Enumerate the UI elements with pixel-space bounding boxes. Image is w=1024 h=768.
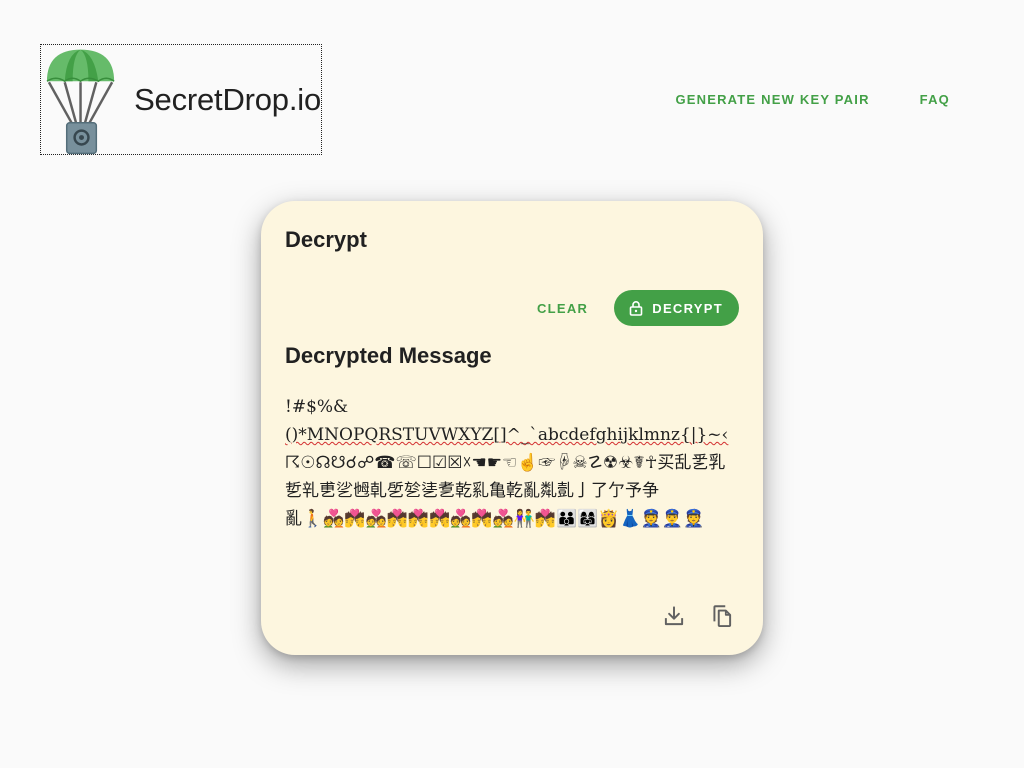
message-line: ()*MNOPQRSTUVWXYZ[]^_`abcdefghijklmnz{|}… — [285, 425, 729, 445]
message-line: 乴乵乶乷乸乹乺乻乼乽乾乿亀亁亂亃亄亅了亇予争 — [285, 481, 659, 501]
nav-faq[interactable]: FAQ — [920, 92, 950, 107]
decrypt-card: Decrypt CLEAR DECRYPT Decrypted Message … — [261, 201, 763, 655]
message-line: 亂🚶💑💏💑💏💏💏💑💏💑👫💏👪👩‍👩‍👧👸👗👮👮‍♂️👮 — [285, 509, 705, 529]
decrypted-message-text[interactable]: !#$%& ()*MNOPQRSTUVWXYZ[]^_`abcdefghijkl… — [285, 393, 737, 533]
lock-icon — [629, 301, 643, 316]
top-nav: GENERATE NEW KEY PAIR FAQ — [675, 92, 950, 107]
brand-logo-link[interactable]: SecretDrop.io — [40, 44, 322, 155]
clear-button[interactable]: CLEAR — [533, 295, 592, 322]
decrypted-message-title: Decrypted Message — [285, 343, 492, 368]
message-line: ☈☉☊☋☌☍☎☏☐☑☒☓☚☛☜☝☞☟☠☡☢☣☤☥买乱乯乳 — [285, 453, 726, 473]
page: SecretDrop.io GENERATE NEW KEY PAIR FAQ … — [0, 0, 1024, 768]
message-line: !#$%& — [285, 397, 349, 417]
brand-name: SecretDrop.io — [134, 81, 321, 117]
nav-generate-key-pair[interactable]: GENERATE NEW KEY PAIR — [675, 92, 869, 107]
card-footer — [661, 603, 735, 629]
copy-icon[interactable] — [709, 603, 735, 629]
download-icon[interactable] — [661, 603, 687, 629]
decrypt-button[interactable]: DECRYPT — [614, 290, 739, 326]
card-actions: CLEAR DECRYPT — [533, 290, 739, 326]
parachute-safe-icon — [46, 49, 115, 154]
decrypt-button-label: DECRYPT — [652, 300, 723, 316]
card-title: Decrypt — [285, 227, 367, 252]
